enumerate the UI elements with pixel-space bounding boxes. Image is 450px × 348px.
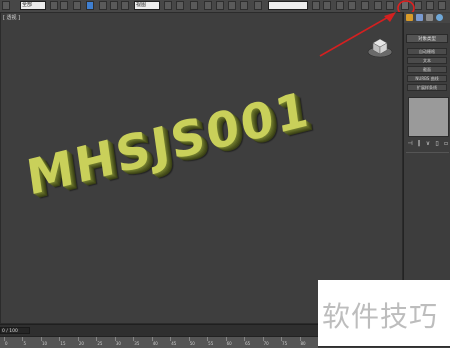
panel-row-extended[interactable]: 扩展样条线	[407, 84, 447, 91]
rect-selection-button[interactable]	[73, 1, 81, 10]
panel-divider	[406, 152, 449, 153]
selection-filter-dropdown[interactable]: 全部	[20, 1, 46, 10]
select-scale-button[interactable]	[121, 1, 129, 10]
timeline-tick-label: 30	[115, 341, 121, 346]
panel-row-section[interactable]: 截面	[407, 66, 447, 73]
timeline-tick-label: 25	[97, 341, 103, 346]
red-arrow-annotation	[319, 12, 396, 57]
named-selection-sets-dropdown[interactable]	[268, 1, 308, 10]
hierarchy-tab-icon[interactable]	[426, 14, 433, 21]
timeline-tick-label: 10	[41, 341, 48, 346]
motion-tab-icon[interactable]	[436, 14, 443, 21]
window-crossing-button[interactable]	[86, 1, 94, 10]
keyboard-shortcut-button[interactable]	[190, 1, 198, 10]
select-move-button[interactable]	[99, 1, 107, 10]
modifier-list-box[interactable]	[408, 97, 449, 137]
timeline-tick-label: 45	[171, 341, 177, 346]
timeline-tick-label: 35	[134, 341, 140, 346]
timeline-tick-label: 50	[189, 341, 195, 346]
configure-sets-icon[interactable]: ▫	[443, 140, 449, 147]
timeline-tick-label: 55	[208, 341, 214, 346]
make-unique-icon[interactable]: ∨	[425, 140, 431, 147]
render-production-button[interactable]	[426, 1, 434, 10]
select-by-name-button[interactable]	[60, 1, 68, 10]
stack-tools-row: ⊣ ‖ ∨ ▯ ▫	[407, 140, 449, 148]
select-manipulate-button[interactable]	[176, 1, 184, 10]
snaps-toggle-button[interactable]	[204, 1, 212, 10]
viewport-label[interactable]: [ 透视 ]	[3, 14, 20, 21]
pin-stack-icon[interactable]: ⊣	[407, 140, 413, 147]
3d-text-object[interactable]: MHSJS001	[23, 81, 313, 207]
timeline-tick-label: 70	[263, 341, 269, 346]
show-end-result-icon[interactable]: ‖	[416, 140, 422, 147]
watermark-box: 软件技巧	[318, 280, 450, 346]
percent-snap-button[interactable]	[228, 1, 236, 10]
timeline-tick-label: 20	[78, 341, 84, 346]
timeline-tick-label: 0	[5, 341, 8, 346]
select-object-button[interactable]	[50, 1, 58, 10]
timeline-tick-label: 80	[300, 341, 306, 346]
timeline-tick-label: 40	[152, 341, 158, 346]
timeline-tick-label: 5	[23, 341, 27, 346]
angle-snap-button[interactable]	[216, 1, 224, 10]
panel-row-nurbs[interactable]: NURBS 曲线	[407, 75, 447, 82]
spinner-snap-button[interactable]	[240, 1, 248, 10]
frame-counter[interactable]: 0 / 100	[0, 327, 30, 334]
command-panel: 对象类型 自动栅格 文本 截面 NURBS 曲线 扩展样条线 ⊣ ‖ ∨ ▯ ▫	[403, 12, 450, 324]
select-rotate-button[interactable]	[110, 1, 118, 10]
text-object-wrap: MHSJS001	[23, 81, 351, 251]
remove-modifier-icon[interactable]: ▯	[434, 140, 440, 147]
edit-named-selection-button[interactable]	[254, 1, 262, 10]
panel-row-text[interactable]: 文本	[407, 57, 447, 64]
object-type-rollout-title[interactable]: 对象类型	[406, 34, 448, 43]
reference-coord-dropdown[interactable]: 视图	[134, 1, 160, 10]
timeline-ruler[interactable]: 0 5 10 15 20 25 30 35 40 45 50 55 60 65 70 75 80	[0, 336, 318, 348]
pivot-button[interactable]	[164, 1, 172, 10]
timeline-tick-label: 15	[60, 341, 66, 346]
create-tab-icon[interactable]	[406, 14, 413, 21]
panel-row-auto-grid[interactable]: 自动栅格	[407, 48, 447, 55]
watermark-text: 软件技巧	[322, 300, 439, 333]
timeline-tick-label: 60	[226, 341, 232, 346]
render-iterative-button[interactable]	[438, 1, 446, 10]
timeline-tick-label: 75	[282, 341, 288, 346]
modify-tab-icon[interactable]	[416, 14, 423, 21]
command-panel-tabs	[404, 13, 450, 23]
timeline-tick-label: 65	[245, 341, 251, 346]
undo-button[interactable]	[2, 1, 10, 10]
